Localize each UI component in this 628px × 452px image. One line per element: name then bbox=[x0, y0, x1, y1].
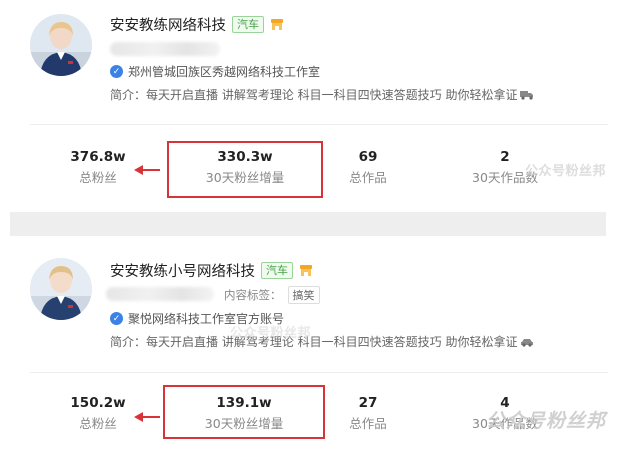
stat-total-fans: 376.8w 总粉丝 bbox=[58, 148, 138, 186]
account-name[interactable]: 安安教练小号网络科技 bbox=[110, 260, 255, 281]
stat-30day-fans-growth: 139.1w 30天粉丝增量 bbox=[174, 394, 314, 432]
stat-total-works: 69 总作品 bbox=[328, 148, 408, 186]
avatar-image bbox=[30, 258, 92, 320]
stat-label: 总作品 bbox=[349, 416, 387, 431]
content-tag-label: 内容标签： bbox=[224, 288, 282, 302]
card-separator bbox=[10, 212, 606, 236]
stat-label: 总作品 bbox=[349, 170, 387, 185]
arrow-left-icon bbox=[134, 165, 160, 175]
blurred-account-id bbox=[110, 42, 220, 56]
avatar[interactable] bbox=[30, 258, 92, 320]
watermark: 公众号粉丝邦 bbox=[230, 326, 312, 341]
shop-icon[interactable] bbox=[270, 18, 284, 31]
category-tag: 汽车 bbox=[261, 262, 293, 279]
truck-icon bbox=[520, 90, 534, 100]
stat-value: 376.8w bbox=[70, 149, 126, 165]
stat-value: 330.3w bbox=[217, 149, 273, 165]
blurred-account-id bbox=[106, 287, 214, 301]
account-name[interactable]: 安安教练网络科技 bbox=[110, 14, 226, 35]
divider bbox=[30, 124, 608, 125]
stat-value: 139.1w bbox=[216, 395, 272, 411]
watermark: 公众号粉丝邦 bbox=[525, 164, 607, 179]
verified-badge-icon: ✓ bbox=[110, 65, 123, 78]
stat-label: 30天粉丝增量 bbox=[204, 416, 284, 431]
verification-text: 郑州管城回族区秀越网络科技工作室 bbox=[128, 65, 321, 79]
shop-icon[interactable] bbox=[299, 264, 313, 277]
stat-label: 总粉丝 bbox=[79, 170, 117, 185]
stat-value: 150.2w bbox=[70, 395, 126, 411]
stat-value: 27 bbox=[358, 395, 378, 411]
stat-30day-fans-growth: 330.3w 30天粉丝增量 bbox=[175, 148, 315, 186]
content-tag-chip[interactable]: 搞笑 bbox=[287, 286, 320, 304]
account-card-2: 安安教练小号网络科技 汽车 内容标签： 搞笑 ✓ 聚悦网络科技工作室官方账号 简… bbox=[0, 236, 628, 452]
stat-label: 总粉丝 bbox=[79, 416, 117, 431]
stat-label: 30天粉丝增量 bbox=[205, 170, 285, 185]
arrow-left-icon bbox=[134, 412, 160, 422]
stat-value: 69 bbox=[358, 149, 378, 165]
intro-text: 简介：每天开启直播 讲解驾考理论 科目一科目四快速答题技巧 助你轻松拿证 bbox=[110, 335, 518, 349]
verified-badge-icon: ✓ bbox=[110, 312, 123, 325]
car-icon bbox=[521, 338, 534, 347]
avatar-image bbox=[30, 14, 92, 76]
divider bbox=[30, 372, 608, 373]
stat-total-fans: 150.2w 总粉丝 bbox=[58, 394, 138, 432]
avatar[interactable] bbox=[30, 14, 92, 76]
account-card-1: 安安教练网络科技 汽车 ✓ 郑州管城回族区秀越网络科技工作室 简介：每天开启直播… bbox=[0, 0, 628, 212]
stat-total-works: 27 总作品 bbox=[328, 394, 408, 432]
watermark-large: 公众号粉丝邦 bbox=[486, 410, 607, 432]
category-tag: 汽车 bbox=[232, 16, 264, 33]
intro-text: 简介：每天开启直播 讲解驾考理论 科目一科目四快速答题技巧 助你轻松拿证 bbox=[110, 88, 518, 102]
